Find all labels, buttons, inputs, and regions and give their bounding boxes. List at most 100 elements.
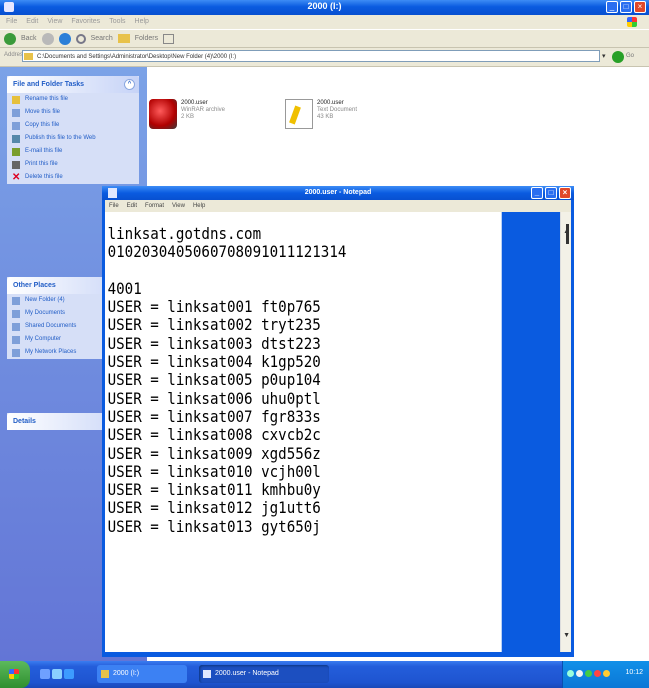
address-dropdown-icon[interactable]: ▾: [602, 52, 606, 60]
vertical-scrollbar[interactable]: [560, 212, 571, 652]
notepad-menu-file[interactable]: File: [109, 200, 119, 212]
notepad-menu-edit[interactable]: Edit: [127, 200, 137, 212]
notepad-line: USER = linksat002 tryt235: [107, 315, 321, 335]
place-label: My Documents: [25, 310, 66, 316]
task-label: Publish this file to the Web: [25, 135, 96, 141]
task-delete[interactable]: ✕ Delete this file: [7, 171, 139, 184]
quick-launch-ie-icon[interactable]: [40, 669, 50, 679]
notepad-maximize-button[interactable]: □: [545, 187, 557, 199]
task-label: Rename this file: [25, 96, 69, 102]
search-button-label[interactable]: Search: [91, 35, 113, 42]
address-input[interactable]: C:\Documents and Settings\Administrator\…: [22, 50, 600, 62]
task-copy[interactable]: Copy this file: [7, 119, 139, 132]
details-title: Details: [13, 418, 36, 425]
notepad-window-title: 2000.user - Notepad: [304, 189, 372, 196]
explorer-menu-bar: File Edit View Favorites Tools Help: [0, 15, 649, 29]
shared-documents-icon: [12, 323, 20, 331]
task-publish[interactable]: Publish this file to the Web: [7, 132, 139, 145]
menu-tools[interactable]: Tools: [109, 15, 125, 29]
text-document-icon: [285, 99, 313, 129]
notepad-line: USER = linksat001 ft0p765: [107, 297, 321, 317]
taskbar-button-notepad[interactable]: 2000.user - Notepad: [199, 665, 329, 683]
menu-file[interactable]: File: [6, 15, 17, 29]
start-button[interactable]: [0, 661, 30, 688]
notepad-text-area[interactable]: linksat.gotdns.com 0102030405060708091011…: [105, 212, 502, 652]
task-email[interactable]: E-mail this file: [7, 145, 139, 158]
email-icon: [12, 148, 20, 156]
go-arrow-icon[interactable]: [612, 51, 624, 63]
close-button[interactable]: ×: [634, 1, 646, 13]
task-print[interactable]: Print this file: [7, 158, 139, 171]
explorer-toolbar: Back Search Folders: [0, 29, 649, 48]
task-label: Copy this file: [25, 122, 60, 128]
file-size: 43 KB: [317, 114, 334, 120]
back-button-label[interactable]: Back: [21, 35, 37, 42]
windows-logo-icon: [627, 17, 637, 27]
up-folder-icon[interactable]: [58, 32, 71, 45]
file-type: Text Document: [317, 107, 358, 113]
scroll-thumb[interactable]: [566, 224, 569, 244]
folders-icon[interactable]: [117, 34, 130, 43]
collapse-chevron-icon[interactable]: ^: [124, 79, 135, 90]
menu-help[interactable]: Help: [135, 15, 149, 29]
delete-icon: ✕: [12, 172, 21, 183]
file-folder-tasks-header[interactable]: File and Folder Tasks ^: [7, 76, 139, 93]
place-label: New Folder (4): [25, 297, 65, 303]
menu-edit[interactable]: Edit: [26, 15, 38, 29]
notepad-menu-help[interactable]: Help: [193, 200, 205, 212]
notepad-line: USER = linksat012 jg1utt6: [107, 498, 321, 518]
notepad-line: [108, 262, 502, 280]
go-button-label[interactable]: Go: [626, 53, 634, 59]
notepad-line: USER = linksat013 gyt650j: [107, 516, 321, 536]
printer-icon: [12, 161, 20, 169]
menu-favorites[interactable]: Favorites: [71, 15, 100, 29]
notepad-menu-format[interactable]: Format: [145, 200, 164, 212]
task-label: Move this file: [25, 109, 61, 115]
notepad-line: 4001: [107, 278, 142, 298]
notepad-line: USER = linksat009 xgd556z: [107, 443, 321, 463]
quick-launch-desktop-icon[interactable]: [52, 669, 62, 679]
notepad-line: USER = linksat007 fgr833s: [107, 406, 321, 426]
back-arrow-icon[interactable]: [4, 32, 16, 45]
task-label: Print this file: [25, 161, 58, 167]
address-bar: Address C:\Documents and Settings\Admini…: [0, 48, 649, 67]
task-label: Delete this file: [25, 174, 63, 180]
other-places-title: Other Places: [13, 282, 56, 289]
task-label: E-mail this file: [25, 148, 63, 154]
tray-clock: 10:12: [625, 669, 643, 676]
tray-antivirus-icon[interactable]: [594, 670, 601, 677]
taskbar-button-explorer[interactable]: 2000 (I:): [97, 665, 187, 683]
notepad-title-bar[interactable]: 2000.user - Notepad _ □ ×: [102, 186, 574, 200]
tray-alert-icon[interactable]: [603, 670, 610, 677]
task-rename[interactable]: Rename this file: [7, 93, 139, 106]
tray-volume-icon[interactable]: [576, 670, 583, 677]
rename-icon: [12, 96, 20, 104]
file-name: 2000.user: [317, 100, 344, 106]
minimize-button[interactable]: _: [606, 1, 618, 13]
notepad-line: USER = linksat005 p0up104: [107, 370, 321, 390]
views-icon[interactable]: [163, 33, 175, 44]
notepad-minimize-button[interactable]: _: [531, 187, 543, 199]
computer-icon: [12, 336, 20, 344]
notepad-menu-bar: File Edit Format View Help: [105, 200, 571, 212]
notepad-menu-view[interactable]: View: [172, 200, 185, 212]
file-size: 2 KB: [181, 114, 195, 120]
notepad-line: linksat.gotdns.com: [107, 224, 262, 243]
quick-launch-media-icon[interactable]: [64, 669, 74, 679]
notepad-line: USER = linksat008 cxvcb2c: [107, 425, 321, 445]
forward-arrow-icon[interactable]: [41, 32, 54, 45]
maximize-button[interactable]: □: [620, 1, 632, 13]
folders-button-label[interactable]: Folders: [135, 35, 158, 42]
tray-status-icon[interactable]: [585, 670, 592, 677]
network-icon: [12, 349, 20, 357]
file-folder-tasks-panel: File and Folder Tasks ^ Rename this file…: [7, 76, 139, 184]
scroll-down-arrow-icon[interactable]: ▼: [563, 632, 570, 639]
explorer-title-bar[interactable]: 2000 (I:) _ □ ×: [0, 0, 649, 15]
search-icon[interactable]: [75, 33, 86, 44]
notepad-close-button[interactable]: ×: [559, 187, 571, 199]
menu-view[interactable]: View: [47, 15, 62, 29]
task-move[interactable]: Move this file: [7, 106, 139, 119]
publish-web-icon: [12, 135, 20, 143]
place-label: My Network Places: [25, 349, 77, 355]
tray-network-icon[interactable]: [567, 670, 574, 677]
